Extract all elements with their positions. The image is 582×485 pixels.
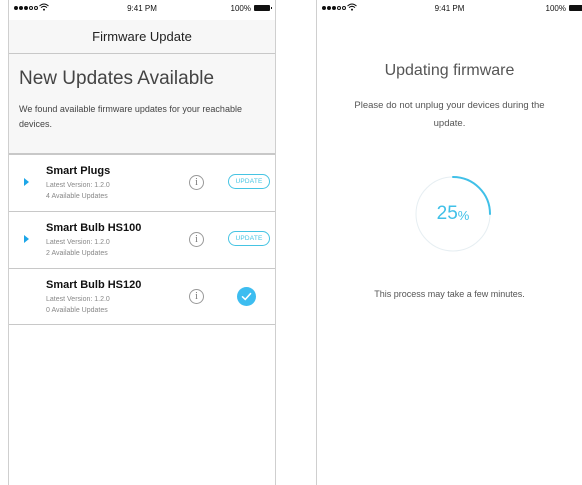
progress-unit: % xyxy=(457,208,470,223)
updates-description: We found available firmware updates for … xyxy=(19,104,242,129)
updating-firmware-screen: 9:41 PM 100% Updating firmware Please do… xyxy=(316,0,582,485)
check-icon xyxy=(237,287,256,306)
device-row-smart-bulb-hs100[interactable]: Smart Bulb HS100 Latest Version: 1.2.0 2… xyxy=(9,211,275,268)
updating-description: Please do not unplug your devices during… xyxy=(354,100,545,129)
nav-bar: Firmware Update xyxy=(9,20,275,54)
info-icon[interactable]: i xyxy=(189,175,204,190)
device-name: Smart Bulb HS100 xyxy=(46,222,142,234)
device-version: Latest Version: 1.2.0 xyxy=(46,239,110,246)
updating-title: Updating firmware xyxy=(384,62,515,79)
device-row-smart-plugs[interactable]: Smart Plugs Latest Version: 1.2.0 4 Avai… xyxy=(9,154,275,211)
battery-percent: 100% xyxy=(545,4,566,13)
status-bar: 9:41 PM 100% xyxy=(9,0,275,20)
process-note: This process may take a few minutes. xyxy=(374,289,525,299)
info-icon[interactable]: i xyxy=(189,289,204,304)
status-bar: 9:41 PM 100% xyxy=(317,0,582,20)
status-time: 9:41 PM xyxy=(434,4,465,13)
device-update-count: 0 Available Updates xyxy=(46,307,108,314)
progress-label: 25% xyxy=(414,175,492,253)
device-list: Smart Plugs Latest Version: 1.2.0 4 Avai… xyxy=(9,154,275,325)
nav-title: Firmware Update xyxy=(92,29,192,44)
device-version: Latest Version: 1.2.0 xyxy=(46,182,110,189)
progress-number: 25 xyxy=(436,203,458,224)
device-row-smart-bulb-hs120[interactable]: Smart Bulb HS120 Latest Version: 1.2.0 0… xyxy=(9,268,275,325)
device-name: Smart Plugs xyxy=(46,165,111,177)
updates-heading: New Updates Available xyxy=(19,68,215,89)
battery-icon xyxy=(569,5,582,11)
expand-arrow-icon[interactable] xyxy=(24,178,29,186)
battery-icon xyxy=(254,5,272,11)
expand-arrow-icon[interactable] xyxy=(24,235,29,243)
device-update-count: 2 Available Updates xyxy=(46,250,108,257)
battery-percent: 100% xyxy=(230,4,251,13)
device-version: Latest Version: 1.2.0 xyxy=(46,296,110,303)
firmware-update-screen: 9:41 PM 100% Firmware Update New Updates… xyxy=(8,0,276,485)
update-button[interactable]: UPDATE xyxy=(228,174,270,189)
device-name: Smart Bulb HS120 xyxy=(46,279,142,291)
info-icon[interactable]: i xyxy=(189,232,204,247)
updates-header: New Updates Available We found available… xyxy=(9,54,275,154)
device-update-count: 4 Available Updates xyxy=(46,193,108,200)
update-button[interactable]: UPDATE xyxy=(228,231,270,246)
